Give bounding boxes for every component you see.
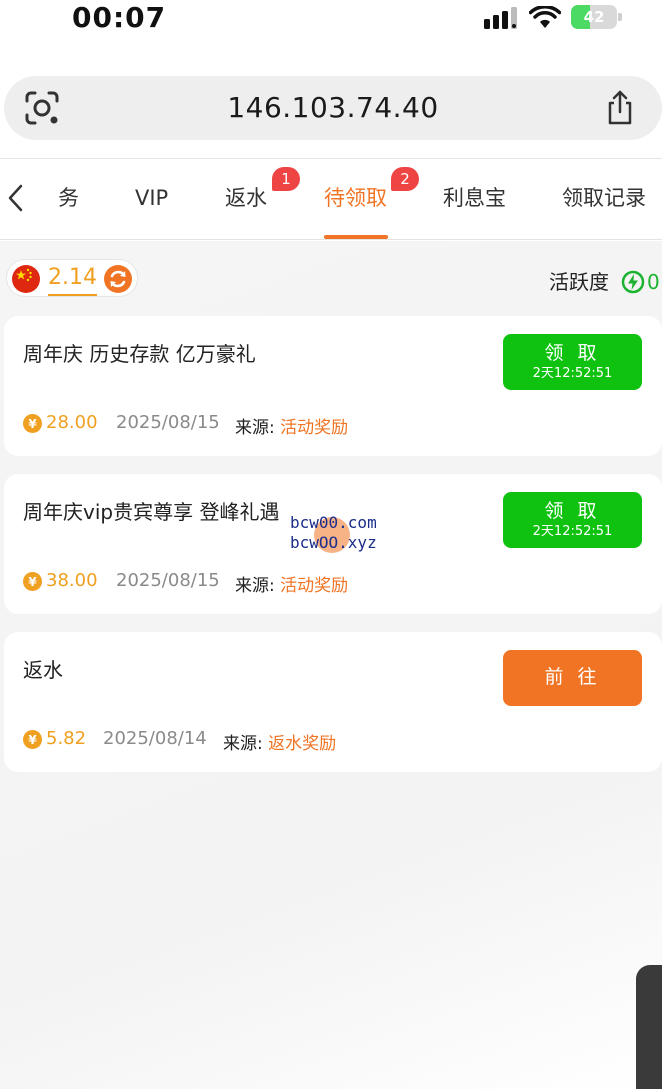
tab-pending-badge: 2	[391, 167, 419, 191]
card-date: 2025/08/15	[116, 570, 220, 591]
tab-bar: 务 VIP 返水 1 待领取 2 利息宝 领取记录	[0, 158, 662, 240]
card-title: 周年庆vip贵宾尊享 登峰礼遇	[23, 500, 280, 524]
share-icon[interactable]	[604, 90, 636, 126]
china-flag-icon	[12, 265, 40, 293]
tab-rebate-badge: 1	[272, 167, 300, 191]
card-amount: 5.82	[46, 728, 87, 749]
svg-text:¥: ¥	[28, 733, 37, 747]
card-source-value: 活动奖励	[280, 418, 349, 438]
card-amount: 28.00	[46, 412, 98, 433]
card-source: 来源: 活动奖励	[235, 571, 348, 596]
yuan-coin-icon: ¥	[23, 730, 42, 749]
claim-button[interactable]: 领 取 2天12:52:51	[503, 334, 642, 390]
claim-button[interactable]: 领 取 2天12:52:51	[503, 492, 642, 548]
card-source-label: 来源:	[223, 734, 263, 754]
tab-interest[interactable]: 利息宝	[443, 159, 506, 239]
tab-active-indicator	[324, 235, 388, 239]
back-icon[interactable]	[6, 183, 26, 213]
card-date: 2025/08/15	[116, 412, 220, 433]
svg-text:¥: ¥	[28, 575, 37, 589]
status-time: 00:07	[72, 1, 167, 34]
battery-icon: 42	[571, 5, 623, 29]
card-source: 来源: 返水奖励	[223, 729, 336, 754]
claim-button-label: 领 取	[544, 342, 601, 364]
card-source-label: 来源:	[235, 576, 275, 596]
browser-chrome: 146.103.74.40	[0, 40, 662, 158]
content-area: 2.14 活跃度 0 周年庆 历史存款 亿万豪礼 ¥ 28.00 2025/08…	[0, 241, 662, 1089]
go-button-label: 前 往	[544, 666, 601, 688]
card-amount: 38.00	[46, 570, 98, 591]
url-text[interactable]: 146.103.74.40	[104, 76, 562, 140]
activity-value: 0	[647, 270, 660, 294]
watermark-line-2: bcwOO.xyz	[290, 533, 377, 552]
tab-task[interactable]: 务	[58, 159, 79, 239]
card-date: 2025/08/14	[103, 728, 207, 749]
activity-label: 活跃度	[549, 270, 609, 294]
page: 00:07 42 146.103.74.40 务 VIP 返水 1 待领取 2 …	[0, 0, 662, 1089]
floating-widget[interactable]	[636, 965, 662, 1089]
yuan-coin-icon: ¥	[23, 572, 42, 591]
battery-text: 42	[583, 8, 605, 26]
claim-button-label: 领 取	[544, 500, 601, 522]
watermark-line-1: bcw00.com	[290, 513, 377, 532]
tab-claim-history[interactable]: 领取记录	[562, 159, 646, 239]
address-bar[interactable]: 146.103.74.40	[4, 76, 662, 140]
claim-countdown: 2天12:52:51	[532, 524, 613, 539]
card-source-value: 返水奖励	[268, 734, 337, 754]
claim-countdown: 2天12:52:51	[532, 366, 613, 381]
battery-body: 42	[571, 5, 617, 29]
card-source: 来源: 活动奖励	[235, 413, 348, 438]
status-bar: 00:07 42	[0, 0, 662, 40]
yuan-coin-icon: ¥	[23, 414, 42, 433]
bolt-icon	[621, 270, 645, 294]
reward-card: 返水 ¥ 5.82 2025/08/14 来源: 返水奖励 前 往	[4, 632, 662, 772]
watermark: bcw00.com bcwOO.xyz	[290, 513, 410, 557]
tab-pending[interactable]: 待领取	[324, 159, 387, 239]
card-source-label: 来源:	[235, 418, 275, 438]
wifi-icon	[529, 6, 561, 28]
card-title: 返水	[23, 658, 63, 682]
go-button[interactable]: 前 往	[503, 650, 642, 706]
reward-card: 周年庆 历史存款 亿万豪礼 ¥ 28.00 2025/08/15 来源: 活动奖…	[4, 316, 662, 456]
balance-pill[interactable]: 2.14	[6, 259, 138, 297]
tab-rebate[interactable]: 返水	[225, 159, 267, 239]
balance-value: 2.14	[48, 262, 97, 296]
card-title: 周年庆 历史存款 亿万豪礼	[23, 342, 256, 366]
battery-cap	[618, 13, 622, 21]
lens-icon[interactable]	[24, 91, 60, 125]
tab-vip[interactable]: VIP	[135, 159, 168, 239]
svg-text:¥: ¥	[28, 417, 37, 431]
card-source-value: 活动奖励	[280, 576, 349, 596]
signal-icon	[484, 7, 517, 29]
refresh-icon[interactable]	[103, 264, 133, 294]
